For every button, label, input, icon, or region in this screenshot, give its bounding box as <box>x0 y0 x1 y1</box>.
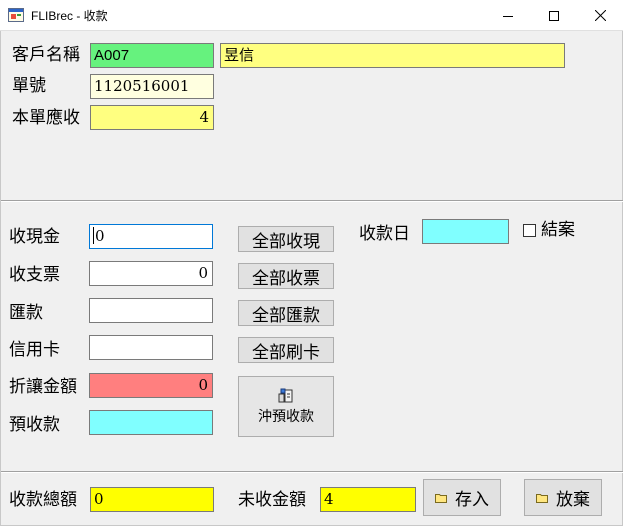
unpaid-label: 未收金額 <box>238 490 306 510</box>
window-body: 客戶名稱 A007 昱信 單號 1120516001 本單應收 4 收現金 0 … <box>0 31 623 526</box>
order-no-label: 單號 <box>12 76 46 96</box>
cash-value: 0 <box>95 227 105 245</box>
all-check-button[interactable]: 全部收票 <box>238 263 334 289</box>
close-button[interactable] <box>577 0 623 31</box>
prepaid-offset-icon <box>278 388 293 403</box>
order-no-field[interactable]: 1120516001 <box>90 74 214 99</box>
offset-prepaid-label: 沖預收款 <box>258 409 314 425</box>
discount-label: 折讓金額 <box>9 377 77 397</box>
prepaid-field[interactable] <box>89 410 213 435</box>
footer-divider <box>1 471 623 473</box>
remit-field[interactable] <box>89 298 213 323</box>
check-label: 收支票 <box>9 265 60 285</box>
text-caret <box>93 227 94 244</box>
folder-icon <box>536 493 548 503</box>
cash-label: 收現金 <box>9 227 60 247</box>
all-card-button[interactable]: 全部刷卡 <box>238 337 334 363</box>
receipt-date-label: 收款日 <box>359 224 410 244</box>
app-icon <box>8 7 24 23</box>
close-case-label: 結案 <box>541 220 575 240</box>
save-button[interactable]: 存入 <box>423 479 501 516</box>
receivable-label: 本單應收 <box>12 108 80 128</box>
all-cash-button[interactable]: 全部收現 <box>238 226 334 252</box>
window-title: FLIBrec - 收款 <box>31 9 108 23</box>
remit-label: 匯款 <box>9 303 43 323</box>
prepaid-label: 預收款 <box>9 415 60 435</box>
save-label: 存入 <box>455 490 489 510</box>
receivable-field[interactable]: 4 <box>90 105 214 130</box>
cash-field[interactable]: 0 <box>89 224 213 249</box>
close-case-checkbox[interactable] <box>523 224 536 237</box>
card-label: 信用卡 <box>9 340 60 360</box>
customer-name-field[interactable]: 昱信 <box>220 43 565 68</box>
customer-label: 客戶名稱 <box>12 45 80 65</box>
total-label: 收款總額 <box>9 490 77 510</box>
maximize-button[interactable] <box>531 0 577 31</box>
minimize-button[interactable] <box>485 0 531 31</box>
maximize-icon <box>549 10 559 21</box>
check-field[interactable]: 0 <box>89 261 213 286</box>
total-field[interactable]: 0 <box>90 487 214 512</box>
card-field[interactable] <box>89 335 213 360</box>
cancel-label: 放棄 <box>556 490 590 510</box>
customer-code-field[interactable]: A007 <box>90 43 214 68</box>
minimize-icon <box>503 15 513 17</box>
unpaid-field[interactable]: 4 <box>320 487 416 512</box>
folder-icon <box>435 493 447 503</box>
receipt-date-field[interactable] <box>422 219 509 244</box>
cancel-button[interactable]: 放棄 <box>524 479 602 516</box>
discount-field[interactable]: 0 <box>89 373 213 398</box>
section-divider <box>1 200 623 202</box>
all-remit-button[interactable]: 全部匯款 <box>238 300 334 326</box>
title-bar: FLIBrec - 收款 <box>0 0 623 31</box>
close-icon <box>594 10 606 21</box>
offset-prepaid-button[interactable]: 沖預收款 <box>238 376 334 437</box>
